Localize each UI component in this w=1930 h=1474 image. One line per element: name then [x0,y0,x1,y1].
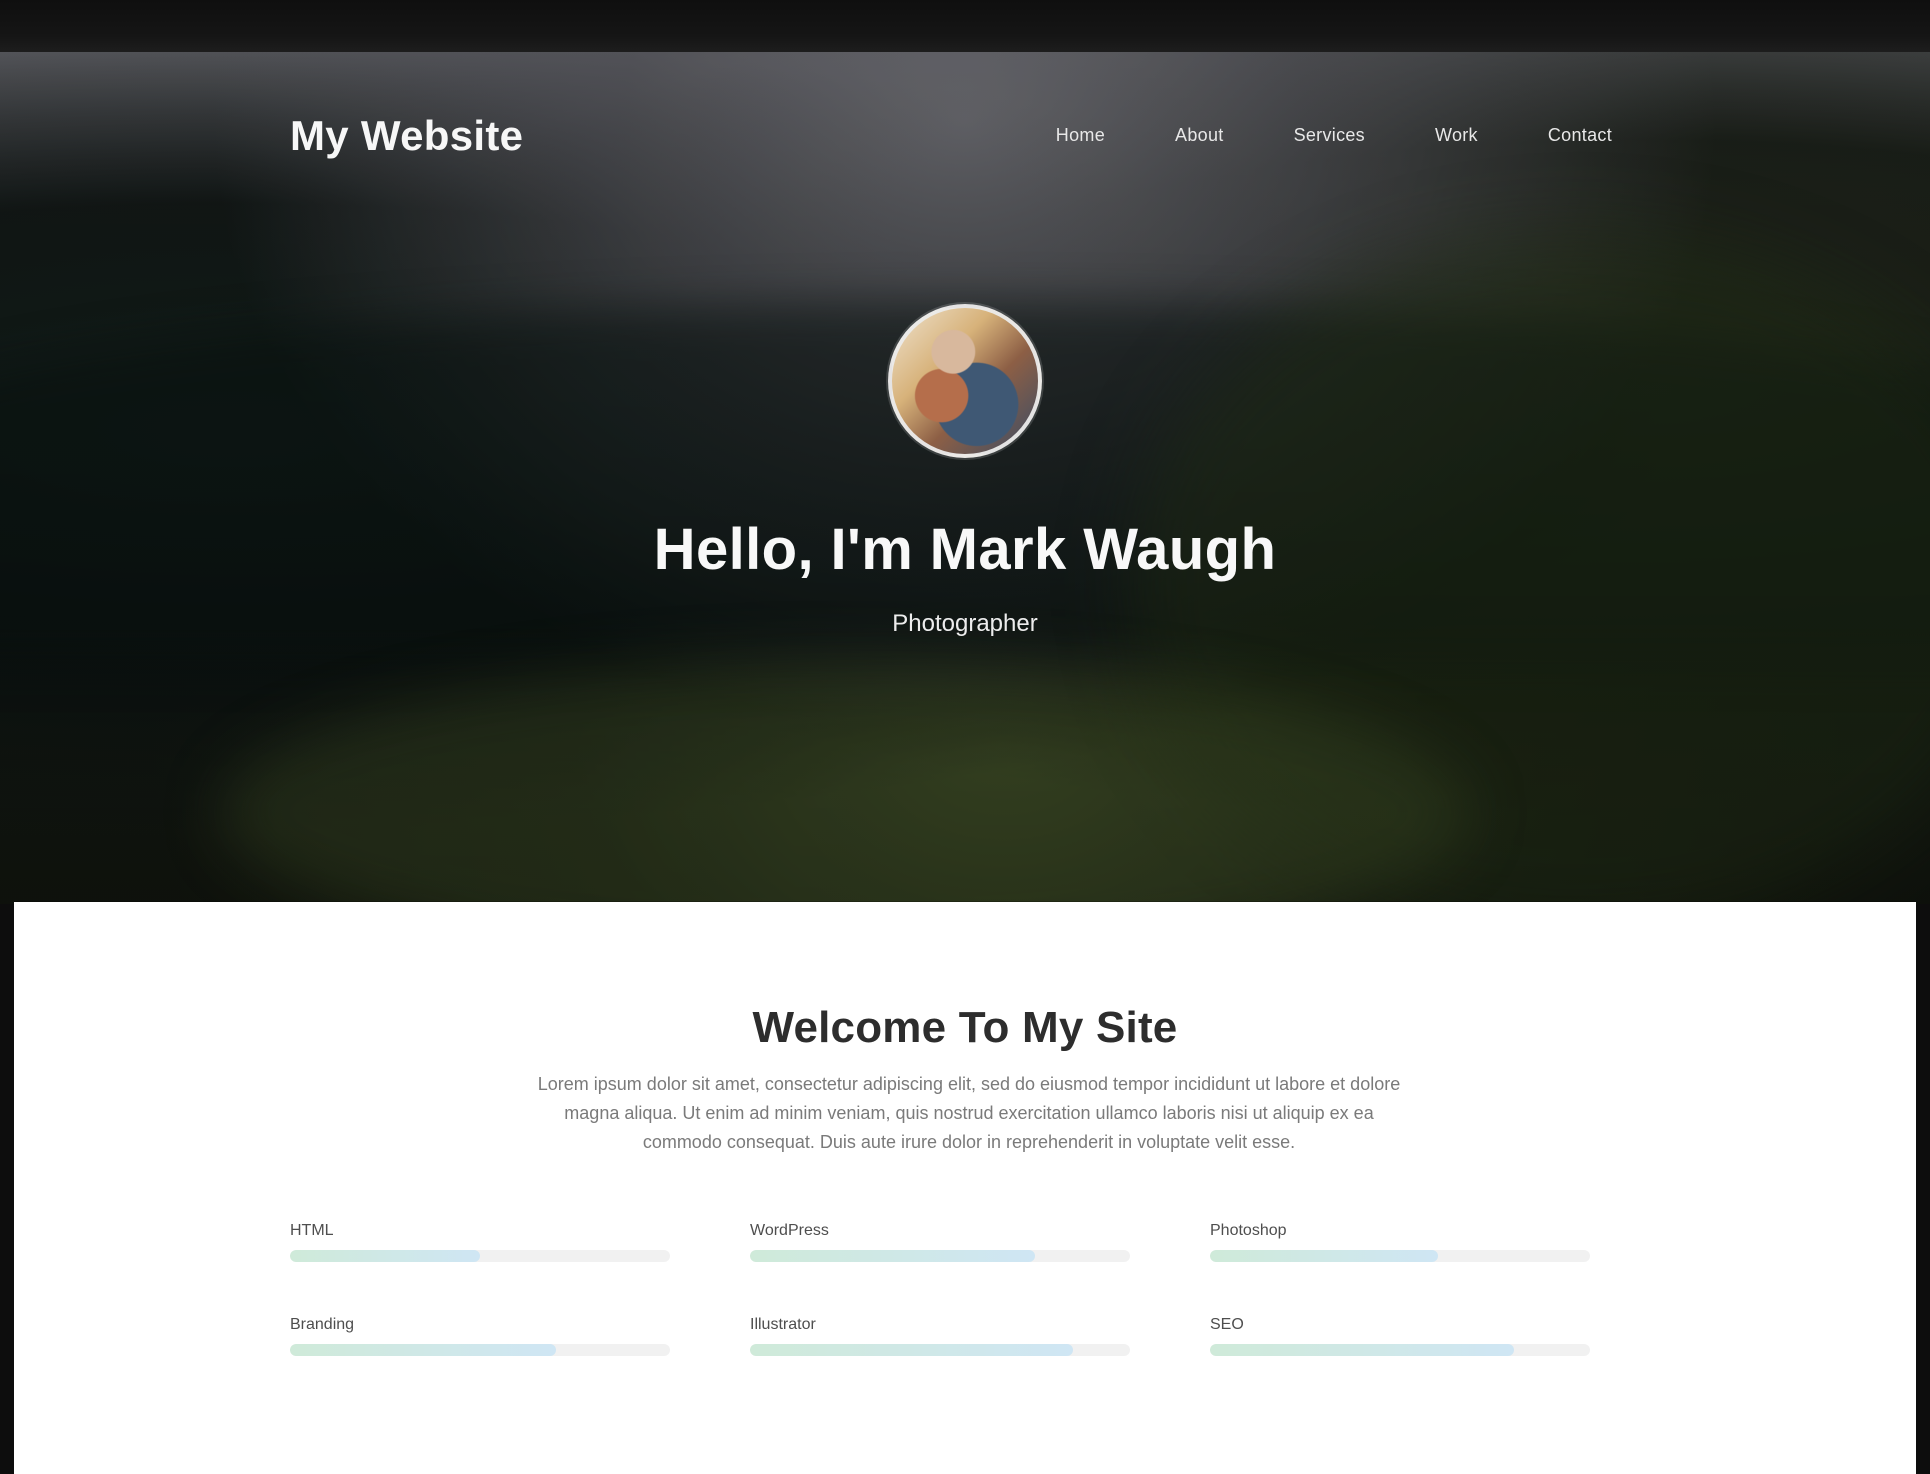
skill-item-branding: Branding [290,1316,670,1372]
hero-title: Hello, I'm Mark Waugh [653,517,1277,582]
hero-subtitle: Photographer [892,609,1038,637]
nav-link-work[interactable]: Work [1435,125,1478,146]
skill-progress-fill [290,1250,480,1262]
skill-item-html: HTML [290,1222,670,1278]
skill-progress-track [1210,1344,1590,1356]
skill-item-photoshop: Photoshop [1210,1222,1590,1278]
page: My Website Home About Services Work Cont… [0,0,1930,1474]
nav-link-home[interactable]: Home [1056,125,1105,146]
skill-progress-track [750,1250,1130,1262]
section-title: Welcome To My Site [752,1003,1178,1053]
skill-progress-track [750,1344,1130,1356]
section-description: Lorem ipsum dolor sit amet, consectetur … [537,1074,1401,1152]
skill-progress-fill [1210,1250,1438,1262]
skill-label: Photoshop [1210,1222,1287,1239]
window-top-bar [0,0,1930,52]
skill-label: WordPress [750,1222,829,1239]
skill-label: Branding [290,1316,355,1333]
skill-item-seo: SEO [1210,1316,1590,1372]
skill-progress-fill [750,1250,1035,1262]
nav-link-services[interactable]: Services [1294,125,1365,146]
nav-links: Home About Services Work Contact [1056,125,1612,146]
top-navigation: My Website Home About Services Work Cont… [0,52,1930,212]
avatar [888,304,1042,458]
skill-progress-fill [1210,1344,1514,1356]
skill-label: SEO [1210,1316,1244,1333]
skill-label: HTML [290,1222,334,1239]
skills-grid: HTML WordPress Photoshop Branding Illust… [290,1222,1650,1372]
skill-label: Illustrator [750,1316,816,1333]
nav-link-about[interactable]: About [1175,125,1224,146]
skill-item-illustrator: Illustrator [750,1316,1130,1372]
skill-progress-track [290,1250,670,1262]
hero-content: Hello, I'm Mark Waugh Photographer [0,304,1930,638]
skill-progress-track [290,1344,670,1356]
skill-progress-fill [750,1344,1073,1356]
nav-link-contact[interactable]: Contact [1548,125,1612,146]
site-brand[interactable]: My Website [290,112,523,160]
skill-progress-fill [290,1344,556,1356]
main-content: Welcome To My Site Lorem ipsum dolor sit… [14,902,1916,1474]
skill-item-wordpress: WordPress [750,1222,1130,1278]
skill-progress-track [1210,1250,1590,1262]
